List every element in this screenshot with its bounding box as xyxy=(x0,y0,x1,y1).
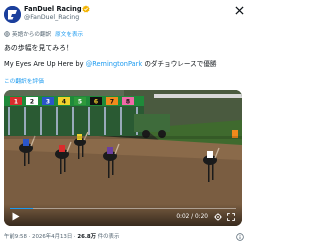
video-progress-fill xyxy=(10,207,33,209)
globe-translate-icon xyxy=(4,31,10,37)
tweet-text-prefix: My Eyes Are Up Here by xyxy=(4,60,86,68)
x-logo-icon[interactable] xyxy=(235,6,244,15)
gate-number: 1 xyxy=(14,99,18,106)
author-name[interactable]: FanDuel Racing xyxy=(24,5,82,14)
gate-number: 2 xyxy=(30,99,34,106)
info-icon[interactable] xyxy=(236,233,244,241)
play-icon[interactable] xyxy=(12,212,20,221)
gate-number: 6 xyxy=(94,99,98,106)
rate-translation-link[interactable]: この翻訳を評価 xyxy=(4,78,44,86)
tweet-text-line-1: あの歩幅を見てみろ！ xyxy=(4,44,73,52)
gate-number: 8 xyxy=(126,99,130,106)
video-progress-bar[interactable] xyxy=(10,207,236,209)
tweet-card: FanDuel Racing @FanDuel_Racing 英語からの翻訳 原文… xyxy=(0,0,250,247)
video-time: 0:02 / 0:20 xyxy=(176,214,208,220)
gear-icon[interactable] xyxy=(214,213,222,221)
gate-number: 4 xyxy=(62,99,66,106)
mention-link[interactable]: @RemingtonPark xyxy=(86,60,143,68)
tweet-text-suffix: のダチョウレースで優勝 xyxy=(142,60,217,68)
views-count: 26.8万 xyxy=(77,234,97,240)
gate-number: 3 xyxy=(46,99,50,106)
gate-number: 7 xyxy=(110,99,114,106)
tweet-text-line-2: My Eyes Are Up Here by @RemingtonPark のダ… xyxy=(4,59,217,69)
timestamp[interactable]: 午前9:58 · 2026年4月13日 · xyxy=(4,234,77,240)
tweet-meta: 午前9:58 · 2026年4月13日 · 26.8万 件の表示 xyxy=(4,233,119,241)
avatar[interactable] xyxy=(4,6,21,23)
author-handle[interactable]: @FanDuel_Racing xyxy=(24,14,79,22)
fullscreen-icon[interactable] xyxy=(227,213,235,221)
views-label: 件の表示 xyxy=(96,234,120,240)
gate-number: 5 xyxy=(78,99,82,106)
show-original-link[interactable]: 原文を表示 xyxy=(55,32,83,38)
video-player[interactable]: 1 2 3 4 5 6 7 8 0:02 / 0:20 xyxy=(4,90,242,226)
verified-badge-icon xyxy=(82,5,90,13)
translated-from-label: 英語からの翻訳 xyxy=(12,32,52,38)
translation-notice: 英語からの翻訳 原文を表示 xyxy=(4,31,83,40)
